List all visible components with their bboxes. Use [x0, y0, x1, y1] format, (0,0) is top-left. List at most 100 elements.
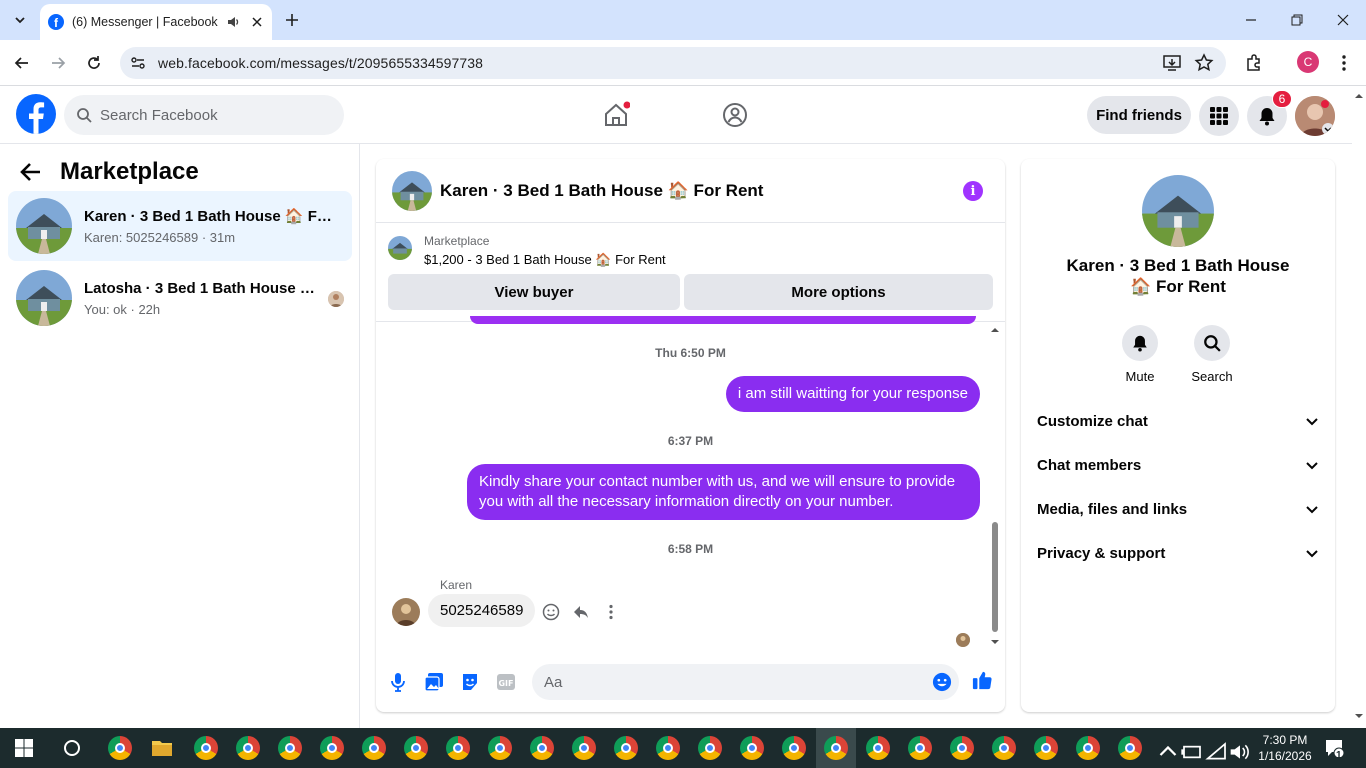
back-button[interactable] — [10, 51, 34, 75]
groups-nav-button[interactable] — [716, 96, 754, 134]
view-buyer-button[interactable]: View buyer — [388, 274, 680, 310]
chat-title[interactable]: Karen · 3 Bed 1 Bath House 🏠 For Rent — [440, 181, 763, 201]
find-friends-button[interactable]: Find friends — [1087, 96, 1191, 134]
react-smiley-icon[interactable] — [542, 603, 560, 621]
incoming-message[interactable]: 5025246589 — [428, 594, 536, 627]
chat-details-panel: Karen · 3 Bed 1 Bath House 🏠 For Rent Mu… — [1021, 159, 1335, 712]
battery-icon[interactable] — [1180, 740, 1204, 764]
more-options-button[interactable]: More options — [684, 274, 993, 310]
thumbs-up-icon[interactable] — [972, 670, 992, 690]
house-photo-icon — [16, 270, 72, 326]
chrome-taskbar-icon[interactable] — [108, 736, 132, 760]
reply-icon[interactable] — [572, 603, 590, 621]
chrome-taskbar-icon[interactable] — [572, 736, 596, 760]
chrome-taskbar-icon[interactable] — [950, 736, 974, 760]
file-explorer-icon[interactable] — [150, 736, 174, 760]
outgoing-message[interactable]: i am still waitting for your response — [725, 376, 980, 412]
chrome-taskbar-icon[interactable] — [614, 736, 638, 760]
new-tab-button[interactable] — [282, 10, 302, 30]
message-list[interactable]: Thu 6:50 PM i am still waitting for your… — [376, 316, 1005, 652]
chrome-taskbar-icon[interactable] — [1034, 736, 1058, 760]
account-avatar[interactable] — [1295, 96, 1335, 136]
minimize-button[interactable] — [1228, 0, 1274, 40]
mute-button[interactable]: Mute — [1110, 325, 1170, 384]
listing-price-title[interactable]: $1,200 - 3 Bed 1 Bath House 🏠 For Rent — [424, 252, 666, 268]
speaker-icon[interactable] — [226, 15, 240, 29]
message-scrollbar[interactable] — [989, 322, 1001, 652]
chrome-taskbar-icon[interactable] — [446, 736, 470, 760]
facebook-logo-icon[interactable] — [16, 94, 56, 134]
sticker-icon[interactable] — [460, 672, 480, 692]
chrome-taskbar-icon[interactable] — [1118, 736, 1142, 760]
facebook-search-input[interactable]: Search Facebook — [64, 95, 344, 135]
chrome-taskbar-icon[interactable] — [278, 736, 302, 760]
search-in-chat-button[interactable]: Search — [1182, 325, 1242, 384]
home-nav-button[interactable] — [597, 96, 635, 134]
browser-profile-avatar[interactable]: C — [1297, 51, 1319, 73]
chrome-taskbar-icon[interactable] — [362, 736, 386, 760]
chrome-taskbar-icon[interactable] — [908, 736, 932, 760]
omnibox[interactable]: web.facebook.com/messages/t/209565533459… — [120, 47, 1226, 79]
menu-button[interactable] — [1199, 96, 1239, 136]
site-settings-icon[interactable] — [130, 55, 146, 71]
section-privacy-support[interactable]: Privacy & support — [1037, 533, 1319, 573]
chrome-taskbar-icon-active[interactable] — [824, 736, 848, 760]
gif-icon[interactable]: GIF — [496, 672, 516, 692]
message-input[interactable]: Aa — [532, 664, 959, 700]
restore-button[interactable] — [1274, 0, 1320, 40]
chrome-taskbar-icon[interactable] — [740, 736, 764, 760]
page-scrollbar[interactable] — [1352, 86, 1366, 728]
chevron-up-icon[interactable] — [1156, 740, 1180, 764]
tab-search-dropdown[interactable] — [8, 8, 32, 32]
user-photo-icon — [328, 291, 344, 307]
volume-icon[interactable] — [1228, 740, 1252, 764]
kebab-menu-icon[interactable] — [1336, 53, 1352, 73]
microphone-icon[interactable] — [388, 672, 408, 692]
conversation-item-karen[interactable]: Karen · 3 Bed 1 Bath House 🏠 For Rent Ka… — [8, 191, 352, 261]
listing-thumbnail — [388, 236, 412, 260]
section-media-files-links[interactable]: Media, files and links — [1037, 489, 1319, 529]
chrome-taskbar-icon[interactable] — [488, 736, 512, 760]
browser-tab-bar: f (6) Messenger | Facebook — [0, 0, 1366, 40]
sender-avatar[interactable] — [392, 598, 420, 626]
url-text[interactable]: web.facebook.com/messages/t/209565533459… — [158, 55, 483, 71]
conversation-name: Latosha · 3 Bed 1 Bath House 🏠 For Rent — [84, 280, 316, 297]
forward-button[interactable] — [46, 51, 70, 75]
system-clock[interactable]: 7:30 PM 1/16/2026 — [1252, 732, 1318, 764]
conversation-item-latosha[interactable]: Latosha · 3 Bed 1 Bath House 🏠 For Rent … — [8, 263, 352, 333]
chrome-taskbar-icon[interactable] — [698, 736, 722, 760]
task-view-icon[interactable] — [60, 736, 84, 760]
chrome-taskbar-icon[interactable] — [782, 736, 806, 760]
chat-avatar[interactable] — [392, 170, 432, 211]
chrome-taskbar-icon[interactable] — [404, 736, 428, 760]
chrome-taskbar-icon[interactable] — [194, 736, 218, 760]
install-app-icon[interactable] — [1162, 53, 1182, 73]
chrome-taskbar-icon[interactable] — [992, 736, 1016, 760]
reload-button[interactable] — [82, 51, 106, 75]
close-window-button[interactable] — [1320, 0, 1366, 40]
more-vertical-icon[interactable] — [602, 603, 620, 621]
details-avatar[interactable] — [1142, 175, 1214, 247]
wifi-icon[interactable] — [1205, 740, 1229, 764]
chrome-taskbar-icon[interactable] — [866, 736, 890, 760]
close-tab-icon[interactable] — [252, 17, 262, 27]
extensions-puzzle-icon[interactable] — [1244, 53, 1264, 73]
chrome-taskbar-icon[interactable] — [1076, 736, 1100, 760]
chevron-down-icon — [1306, 462, 1318, 470]
info-icon[interactable]: i — [963, 181, 983, 201]
browser-tab[interactable]: f (6) Messenger | Facebook — [40, 4, 272, 40]
section-chat-members[interactable]: Chat members — [1037, 445, 1319, 485]
chrome-taskbar-icon[interactable] — [656, 736, 680, 760]
outgoing-message[interactable]: Kindly share your contact number with us… — [467, 464, 980, 520]
section-label: Media, files and links — [1037, 500, 1188, 518]
photo-gallery-icon[interactable] — [424, 672, 444, 692]
chrome-taskbar-icon[interactable] — [236, 736, 260, 760]
chrome-taskbar-icon[interactable] — [320, 736, 344, 760]
back-arrow-icon[interactable] — [20, 161, 42, 183]
bookmark-star-icon[interactable] — [1194, 53, 1214, 73]
windows-start-icon[interactable] — [12, 736, 36, 760]
search-icon — [1204, 335, 1221, 352]
emoji-icon[interactable] — [932, 672, 952, 692]
section-customize-chat[interactable]: Customize chat — [1037, 401, 1319, 441]
chrome-taskbar-icon[interactable] — [530, 736, 554, 760]
